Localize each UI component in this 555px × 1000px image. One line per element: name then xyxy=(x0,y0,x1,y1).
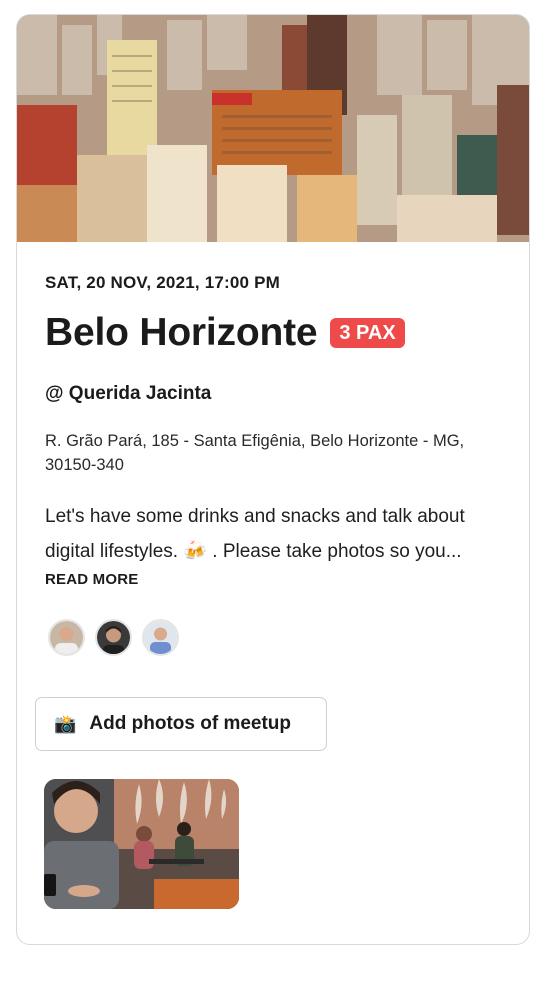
event-card: SAT, 20 NOV, 2021, 17:00 PM Belo Horizon… xyxy=(16,14,530,945)
add-photos-label: Add photos of meetup xyxy=(89,713,292,734)
event-address: R. Grão Pará, 185 - Santa Efigênia, Belo… xyxy=(45,432,465,474)
attendee-avatars xyxy=(48,619,179,656)
camera-flash-icon: 📸 xyxy=(54,714,77,734)
avatar[interactable] xyxy=(142,619,179,656)
add-photos-button[interactable]: 📸 Add photos of meetup xyxy=(35,697,327,751)
avatar[interactable] xyxy=(48,619,85,656)
meetup-photo-thumbnail[interactable] xyxy=(44,779,239,909)
read-more-link[interactable]: READ MORE xyxy=(45,571,138,588)
event-venue: @ Querida Jacinta xyxy=(45,383,212,404)
title-row: Belo Horizonte 3 PAX xyxy=(45,311,405,355)
event-city-title: Belo Horizonte xyxy=(45,311,318,354)
city-hero-image xyxy=(17,15,529,242)
event-description: Let's have some drinks and snacks and ta… xyxy=(45,506,465,562)
event-datetime: SAT, 20 NOV, 2021, 17:00 PM xyxy=(45,273,281,292)
avatar[interactable] xyxy=(95,619,132,656)
pax-badge: 3 PAX xyxy=(330,318,405,348)
